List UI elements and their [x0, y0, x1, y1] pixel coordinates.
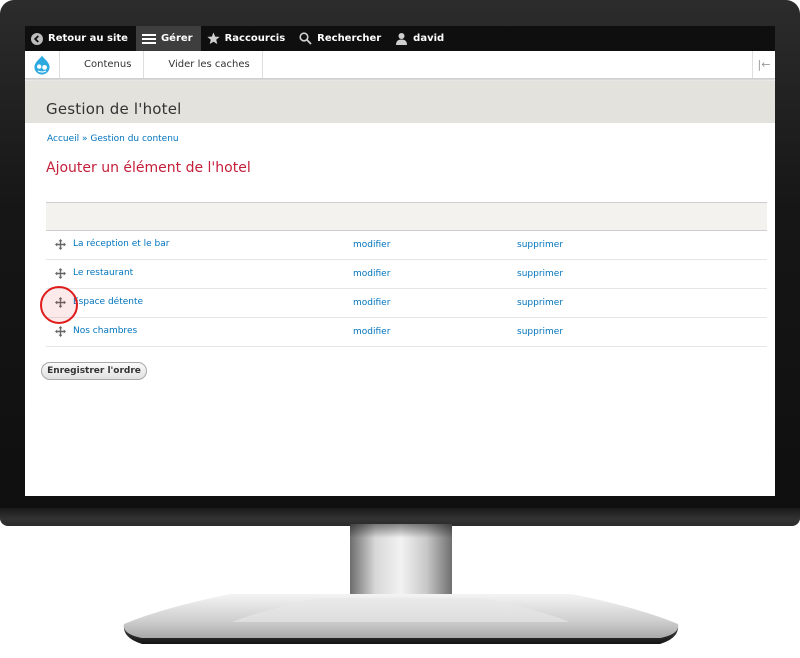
back-arrow-icon — [31, 32, 43, 45]
drag-handle-icon[interactable] — [55, 326, 66, 337]
row-edit-link[interactable]: modifier — [353, 269, 390, 279]
row-title-link[interactable]: Espace détente — [73, 297, 143, 307]
breadcrumb-home[interactable]: Accueil — [47, 134, 79, 144]
breadcrumb: Accueil » Gestion du contenu — [47, 134, 179, 144]
toolbar-tray: Contenus Vider les caches |← — [25, 51, 775, 79]
table-row: La réception et le bar modifier supprime… — [46, 230, 767, 260]
admin-toolbar: Retour au site Gérer Raccourcis Recherch… — [25, 26, 775, 51]
shortcuts-menu[interactable]: Raccourcis — [201, 26, 294, 51]
search-menu[interactable]: Rechercher — [293, 26, 389, 51]
breadcrumb-content[interactable]: Gestion du contenu — [90, 134, 178, 144]
row-title-link[interactable]: Le restaurant — [73, 268, 133, 278]
screen: Retour au site Gérer Raccourcis Recherch… — [25, 26, 775, 496]
drupal-logo-icon — [34, 55, 50, 74]
user-label: david — [413, 33, 445, 44]
row-title-link[interactable]: Nos chambres — [73, 326, 137, 336]
row-delete-link[interactable]: supprimer — [517, 240, 563, 250]
user-menu[interactable]: david — [389, 26, 452, 51]
row-edit-link[interactable]: modifier — [353, 298, 390, 308]
tray-link-contenus[interactable]: Contenus — [60, 51, 145, 78]
drag-handle-icon[interactable] — [55, 239, 66, 250]
row-delete-link[interactable]: supprimer — [517, 269, 563, 279]
manage-label: Gérer — [160, 33, 193, 44]
menu-icon — [141, 33, 156, 44]
user-icon — [396, 33, 408, 45]
table-row: Nos chambres modifier supprimer — [46, 317, 767, 347]
page-title: Gestion de l'hotel — [46, 100, 182, 118]
save-order-button[interactable]: Enregistrer l'ordre — [41, 362, 147, 380]
star-icon — [207, 32, 220, 44]
table-header — [46, 202, 767, 231]
monitor-stand-shadow — [350, 524, 452, 538]
highlight-circle — [40, 286, 78, 324]
row-edit-link[interactable]: modifier — [353, 240, 390, 250]
search-icon — [299, 32, 312, 45]
monitor-stand-base — [123, 594, 679, 644]
shortcuts-label: Raccourcis — [224, 33, 286, 44]
back-to-site-link[interactable]: Retour au site — [25, 26, 136, 51]
back-to-site-label: Retour au site — [48, 33, 128, 44]
add-hotel-item-link[interactable]: Ajouter un élément de l'hotel — [46, 160, 251, 176]
search-label: Rechercher — [317, 33, 382, 44]
manage-menu[interactable]: Gérer — [135, 26, 201, 51]
table-row: Espace détente modifier supprimer — [46, 288, 767, 318]
row-title-link[interactable]: La réception et le bar — [73, 239, 169, 249]
row-delete-link[interactable]: supprimer — [517, 327, 563, 337]
row-edit-link[interactable]: modifier — [353, 327, 390, 337]
collapse-icon[interactable]: |← — [752, 51, 775, 78]
breadcrumb-separator: » — [82, 134, 88, 144]
drag-handle-icon[interactable] — [55, 268, 66, 279]
drupal-home-link[interactable] — [25, 51, 60, 78]
tray-link-vider-caches[interactable]: Vider les caches — [144, 51, 263, 78]
row-delete-link[interactable]: supprimer — [517, 298, 563, 308]
table-row: Le restaurant modifier supprimer — [46, 259, 767, 289]
